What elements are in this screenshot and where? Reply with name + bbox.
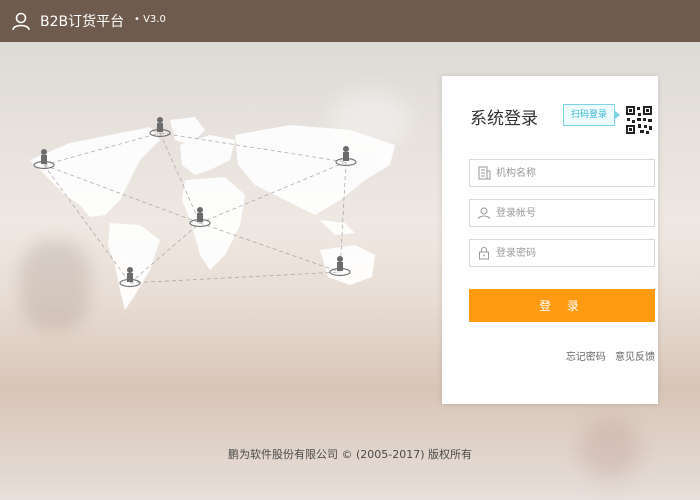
user-icon <box>12 12 30 31</box>
login-button[interactable]: 登 录 <box>469 289 655 322</box>
login-title: 系统登录 <box>470 109 538 129</box>
user-icon <box>478 207 490 220</box>
qr-login-tag[interactable]: 扫码登录 <box>563 104 620 126</box>
lock-icon <box>479 247 489 260</box>
app-version: • V3.0 <box>134 14 166 25</box>
password-input[interactable] <box>496 240 646 266</box>
qr-code-icon[interactable] <box>620 100 656 138</box>
top-header: B2B订货平台 • V3.0 <box>0 0 700 42</box>
app-title: B2B订货平台 <box>40 14 125 30</box>
world-map-graphic <box>30 117 395 310</box>
login-panel: 系统登录 扫码登录 机构名称 登录帐号 登 录 忘记密码 意见反馈 <box>442 76 658 404</box>
account-input[interactable] <box>496 200 646 226</box>
account-field[interactable] <box>469 199 655 227</box>
forgot-password-link[interactable]: 忘记密码 <box>566 352 606 363</box>
footer-copyright: 鹏为软件股份有限公司 © (2005-2017) 版权所有 <box>227 448 473 461</box>
feedback-link[interactable]: 意见反馈 <box>615 352 655 363</box>
org-name-field[interactable] <box>469 159 655 187</box>
password-field[interactable] <box>469 239 655 267</box>
org-name-input[interactable] <box>496 160 646 186</box>
panel-links: 忘记密码 意见反馈 <box>560 348 655 363</box>
building-icon <box>478 166 491 180</box>
